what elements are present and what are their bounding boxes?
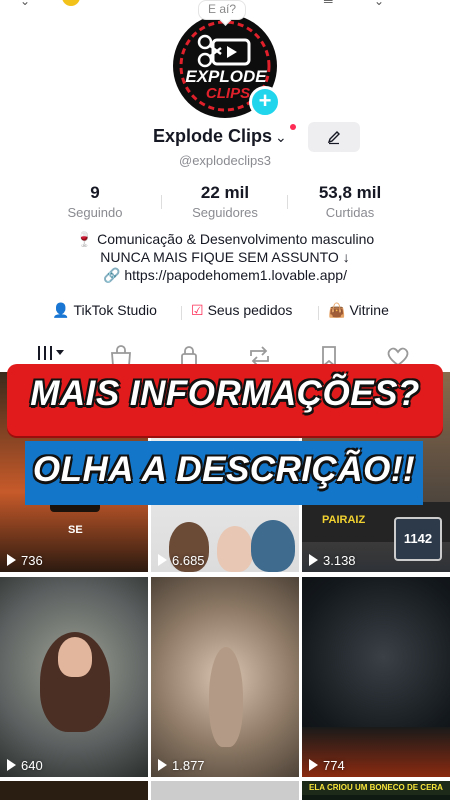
bio-link-text: https://papodehomem1.lovable.app/	[124, 267, 347, 283]
video-thumbnail[interactable]	[0, 781, 148, 800]
status-emoji-icon	[62, 0, 80, 6]
play-icon	[7, 759, 16, 771]
shortcut-label: TikTok Studio	[73, 302, 157, 318]
stat-label: Curtidas	[325, 205, 375, 220]
bio-line-2: NUNCA MAIS FIQUE SEM ASSUNTO ↓	[100, 249, 350, 265]
video-thumbnail[interactable]	[151, 781, 299, 800]
profile-name[interactable]: Explode Clips	[153, 126, 272, 147]
view-count-text: 6.685	[172, 553, 205, 568]
edit-profile-button[interactable]	[308, 122, 360, 152]
video-thumbnail[interactable]: ELA CRIOU UM BONECO DE CERA	[302, 781, 450, 800]
divider	[161, 195, 162, 209]
status-icon: ⌄	[20, 0, 31, 8]
stat-value: 53,8 mil	[318, 183, 382, 202]
bio-link[interactable]: 🔗 https://papodehomem1.lovable.app/	[103, 266, 347, 284]
video-thumbnail[interactable]: 774	[302, 577, 450, 777]
promo-banner-text: OLHA A DESCRIÇÃO!!	[32, 450, 416, 489]
tiktok-studio-button[interactable]: 👤 TikTok Studio	[52, 302, 157, 319]
link-icon: 🔗	[103, 267, 121, 283]
thumbnail-figure	[58, 637, 92, 677]
thumbnail-figure	[217, 526, 253, 572]
stat-value: 9	[90, 183, 100, 202]
divider	[181, 306, 182, 320]
orders-icon: ☑	[191, 302, 204, 318]
play-icon	[158, 759, 167, 771]
view-count: 736	[7, 553, 43, 568]
logo-text-2: CLIPS	[206, 85, 250, 102]
stat-likes[interactable]: 53,8 mil Curtidas	[300, 183, 400, 220]
thumbnail-caption: PAIRAIZ	[322, 514, 366, 526]
video-thumbnail[interactable]: 640	[0, 577, 148, 777]
pencil-icon	[327, 131, 340, 145]
card-icon: 1142	[394, 517, 442, 561]
stat-following[interactable]: 9 Seguindo	[50, 183, 140, 220]
status-bubble[interactable]: E aí?	[198, 0, 247, 20]
stat-followers[interactable]: 22 mil Seguidores	[180, 183, 270, 220]
video-grid: SE 736 6.685 PAIRAIZ 1142 3.138 640 1.87…	[0, 372, 450, 800]
stat-label: Seguindo	[67, 205, 123, 220]
divider	[318, 306, 319, 320]
logo-text-1: EXPLODE	[185, 67, 267, 86]
thumbnail-caption: ELA CRIOU UM BONECO DE CERA	[302, 781, 450, 795]
view-count-text: 1.877	[172, 758, 205, 773]
shortcut-label: Seus pedidos	[207, 302, 293, 318]
view-count-text: 774	[323, 758, 345, 773]
view-count-text: 3.138	[323, 553, 356, 568]
view-count: 640	[7, 758, 43, 773]
add-story-button[interactable]: +	[249, 86, 281, 118]
wine-glass-icon: 🍷	[75, 231, 94, 247]
notification-dot	[290, 124, 296, 130]
play-icon	[158, 554, 167, 566]
view-count: 3.138	[309, 553, 356, 568]
shortcut-row: 👤 TikTok Studio ☑ Seus pedidos 👜 Vitrine	[0, 302, 450, 324]
bag-icon: 👜	[328, 302, 346, 318]
view-count: 6.685	[158, 553, 205, 568]
video-thumbnail[interactable]: 1.877	[151, 577, 299, 777]
bio: 🍷 Comunicação & Desenvolvimento masculin…	[0, 230, 450, 284]
profile-handle: @explodeclips3	[179, 153, 271, 168]
view-count: 1.877	[158, 758, 205, 773]
play-icon	[309, 759, 318, 771]
menu-icon: ═	[324, 0, 333, 8]
view-count-text: 640	[21, 758, 43, 773]
promo-banner-text: MAIS INFORMAÇÕES?	[30, 374, 420, 413]
play-icon	[309, 554, 318, 566]
share-icon: ⌄	[374, 0, 385, 8]
promo-banner-top: MAIS INFORMAÇÕES?	[7, 364, 443, 436]
view-count-text: 736	[21, 553, 43, 568]
showcase-button[interactable]: 👜 Vitrine	[328, 302, 389, 319]
stat-label: Seguidores	[192, 205, 258, 220]
thumbnail-figure	[251, 520, 295, 572]
user-plus-icon: 👤	[52, 302, 70, 318]
promo-banner-bottom: OLHA A DESCRIÇÃO!!	[25, 441, 423, 505]
orders-button[interactable]: ☑ Seus pedidos	[191, 302, 292, 319]
play-icon	[7, 554, 16, 566]
divider	[287, 195, 288, 209]
stat-value: 22 mil	[200, 183, 250, 202]
view-count: 774	[309, 758, 345, 773]
thumbnail-caption: SE	[68, 524, 83, 536]
shortcut-label: Vitrine	[349, 302, 389, 318]
bio-text: Comunicação & Desenvolvimento masculino	[97, 231, 375, 247]
profile-stats: 9 Seguindo 22 mil Seguidores 53,8 mil Cu…	[50, 183, 400, 223]
bio-line-1: 🍷 Comunicação & Desenvolvimento masculin…	[0, 230, 450, 248]
chevron-down-icon[interactable]: ⌄	[275, 129, 287, 146]
thumbnail-figure	[209, 647, 243, 747]
